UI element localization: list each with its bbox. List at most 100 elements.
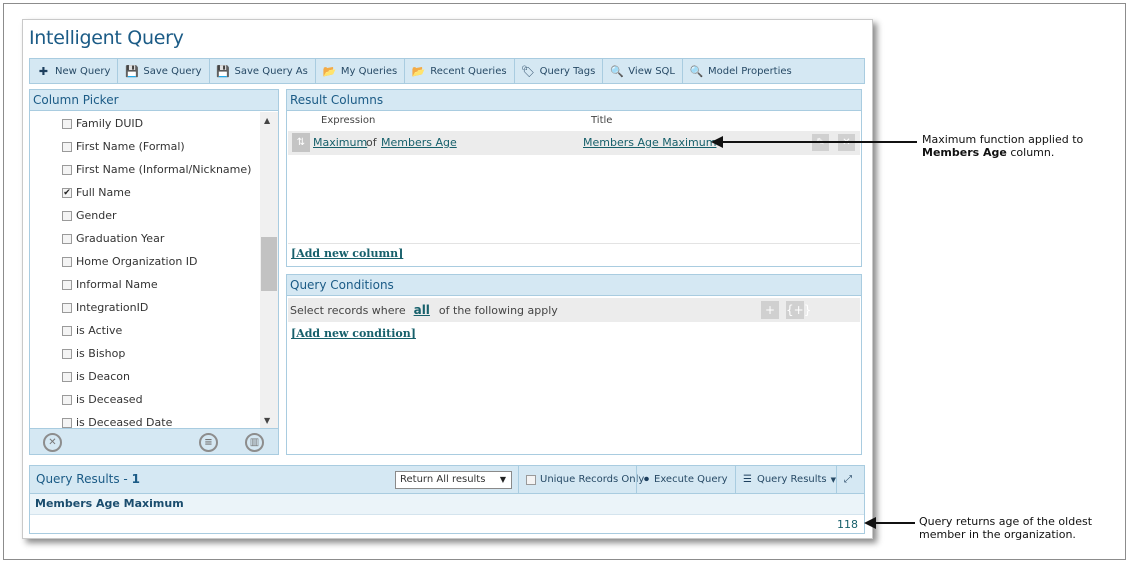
query-results-header: Query Results - 1 Return All results ▼ U… [30,466,864,494]
execute-query-button[interactable]: ⏺ Execute Query [636,466,728,493]
expand-icon: ⤢ [844,474,852,485]
column-checkbox[interactable] [62,302,72,313]
column-checkbox[interactable]: ✔ [62,187,72,198]
picker-item-label: is Bishop [76,347,126,360]
floppy-icon: 💾 [125,64,139,78]
arrow-left-icon [864,517,876,529]
search-icon: 🔍 [609,64,624,78]
picker-item-label: is Deceased [76,393,143,406]
toolbar-label: My Queries [340,65,398,77]
column-title-link[interactable]: Members Age Maximum [583,136,716,149]
query-conditions-panel: Query Conditions Select records where al… [286,274,862,455]
column-checkbox[interactable] [62,118,72,129]
result-column-header: Members Age Maximum [30,494,864,515]
picker-item[interactable]: First Name (Formal) [30,135,260,158]
new-query-button[interactable]: ✚ New Query [30,59,119,83]
query-tags-button[interactable]: 🏷 Query Tags [515,59,604,83]
column-checkbox[interactable] [62,325,72,336]
query-results-title: Query Results - 1 [36,472,140,486]
picker-item[interactable]: IntegrationID [30,296,260,319]
column-checkbox[interactable] [62,141,72,152]
add-group-icon[interactable]: {+} [786,301,811,319]
column-checkbox[interactable] [62,164,72,175]
result-columns-title: Result Columns [287,90,861,111]
picker-item[interactable]: First Name (Informal/Nickname) [30,158,260,181]
recent-queries-button[interactable]: 📂 Recent Queries [405,59,515,83]
annotation-arrow-line [722,141,917,143]
picker-item[interactable]: Graduation Year [30,227,260,250]
picker-item[interactable]: is Deceased [30,388,260,411]
picker-item-label: IntegrationID [76,301,149,314]
toolbar-label: New Query [55,65,111,77]
function-link[interactable]: Maximum [313,136,367,149]
picker-item[interactable]: ✔ Full Name [30,181,260,204]
unique-records-checkbox[interactable] [526,474,536,485]
picker-item-label: Graduation Year [76,232,165,245]
condition-mode-link[interactable]: all [414,303,430,317]
result-columns-panel: Result Columns Expression Title ⇅ Maximu… [286,89,862,267]
intelligent-query-window: Intelligent Query ✚ New Query 💾 Save Query 💾… [22,19,873,539]
picker-item-label: Family DUID [76,117,144,130]
save-query-as-button[interactable]: 💾 Save Query As [210,59,316,83]
plus-icon: ✚ [38,64,49,78]
column-checkbox[interactable] [62,417,72,428]
column-checkbox[interactable] [62,210,72,221]
picker-item[interactable]: Home Organization ID [30,250,260,273]
picker-item[interactable]: Gender [30,204,260,227]
scroll-down-icon[interactable]: ▼ [264,416,270,425]
add-condition-link[interactable]: [Add new condition] [291,327,416,340]
field-link[interactable]: Members Age [381,136,457,149]
result-cell-value: 118 [837,518,858,531]
search-icon: 🔍 [689,64,704,78]
list-view-icon[interactable]: ≡ [199,433,218,452]
add-column-link[interactable]: [Add new column] [291,247,403,260]
execute-icon: ⏺ [644,474,649,485]
chevron-down-icon: ▼ [499,475,506,484]
column-checkbox[interactable] [62,394,72,405]
return-results-select[interactable]: Return All results ▼ [395,471,512,489]
column-checkbox[interactable] [62,371,72,382]
column-picker-title: Column Picker [30,90,278,111]
toolbar-label: Save Query As [234,65,308,77]
picker-item[interactable]: is Deceased Date [30,411,260,429]
picker-item[interactable]: is Active [30,319,260,342]
column-picker-footer: ✕ ≡ ▥ [30,428,278,454]
toolbar-label: Save Query [143,65,202,77]
unique-records-toggle[interactable]: Unique Records Only [518,466,644,493]
move-arrows-icon[interactable]: ⇅ [292,133,310,152]
picker-item-label: Gender [76,209,117,222]
picker-item[interactable]: Family DUID [30,112,260,135]
column-picker-scrollbar[interactable]: ▲ ▼ [260,112,278,429]
picker-item[interactable]: is Deacon [30,365,260,388]
picker-item[interactable]: is Bishop [30,342,260,365]
save-query-button[interactable]: 💾 Save Query [118,59,210,83]
picker-item[interactable]: Informal Name [30,273,260,296]
column-checkbox[interactable] [62,233,72,244]
column-checkbox[interactable] [62,256,72,267]
condition-mode-row: Select records where all of the followin… [288,298,860,322]
column-checkbox[interactable] [62,279,72,290]
column-checkbox[interactable] [62,348,72,359]
scroll-thumb[interactable] [261,237,277,291]
of-text: of [366,136,377,149]
toolbar-label: Query Tags [539,65,596,77]
add-condition-icon[interactable]: + [761,301,779,319]
my-queries-button[interactable]: 📂 My Queries [316,59,406,83]
query-results-panel: Query Results - 1 Return All results ▼ U… [29,465,865,534]
picker-item-label: First Name (Informal/Nickname) [76,163,252,176]
model-properties-button[interactable]: 🔍 Model Properties [683,59,799,83]
clear-selection-icon[interactable]: ✕ [43,433,62,452]
expand-button[interactable]: ⤢ [836,466,865,493]
picker-item-label: Home Organization ID [76,255,198,268]
title-header: Title [591,115,613,126]
columns-view-icon[interactable]: ▥ [245,433,264,452]
page-title: Intelligent Query [29,27,184,49]
scroll-up-icon[interactable]: ▲ [264,116,270,125]
annotation-result: Query returns age of the oldest member i… [919,515,1093,541]
query-results-menu-button[interactable]: ☰ Query Results ▼ [735,466,842,493]
annotation-arrow-line [875,522,915,524]
add-condition-wrap: [Add new condition] [291,327,416,340]
column-picker-list: Family DUID First Name (Formal) First Name… [30,112,260,429]
view-sql-button[interactable]: 🔍 View SQL [603,59,683,83]
floppy-icon: 💾 [216,64,230,78]
